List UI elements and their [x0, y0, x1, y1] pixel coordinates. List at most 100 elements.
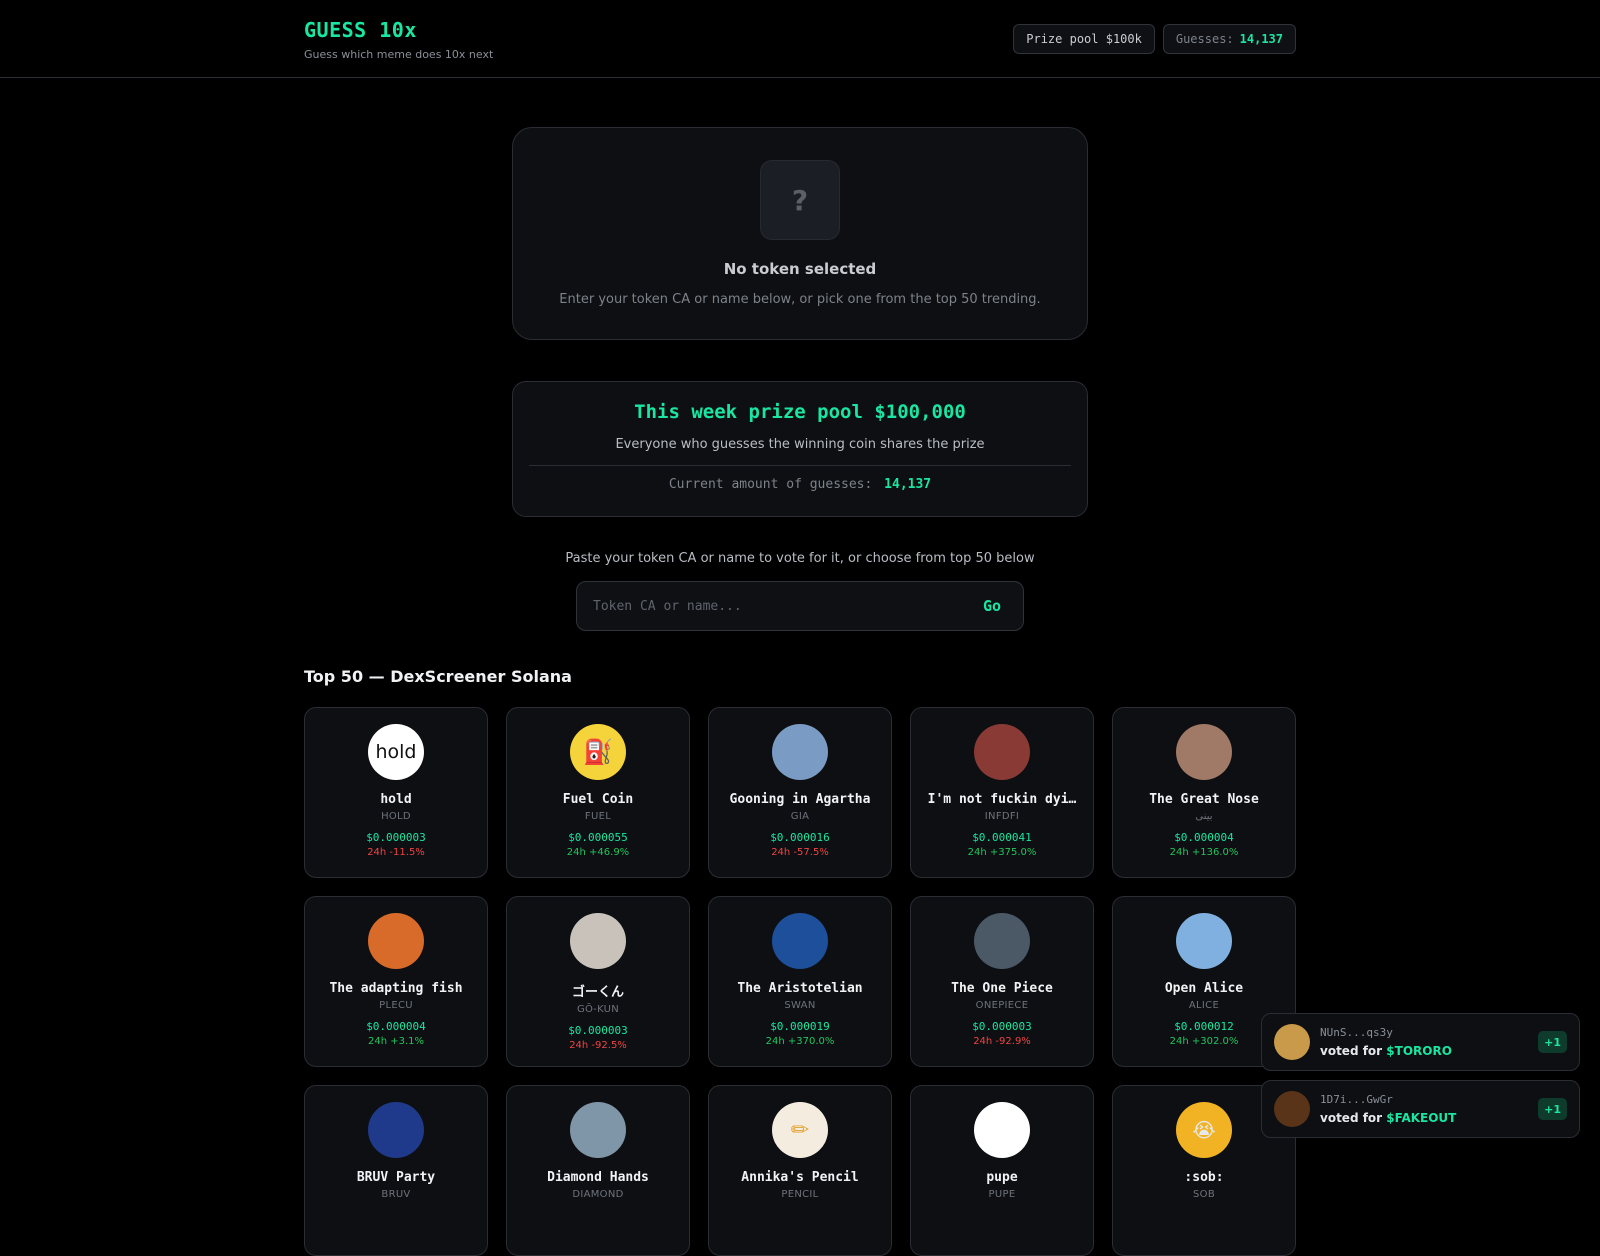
- token-price: $0.000016: [770, 831, 830, 844]
- token-symbol: HOLD: [381, 811, 411, 822]
- token-price: $0.000003: [568, 1024, 628, 1037]
- token-name: The Aristotelian: [737, 981, 863, 996]
- plus-one-badge: +1: [1538, 1031, 1567, 1053]
- avatar-glyph: 😭: [1192, 1118, 1216, 1142]
- token-card[interactable]: BRUV Party BRUV: [304, 1085, 488, 1256]
- plus-one-badge: +1: [1538, 1098, 1567, 1120]
- token-name: pupe: [986, 1170, 1018, 1185]
- token-symbol: DIAMOND: [572, 1189, 624, 1200]
- token-card[interactable]: ゴーくん GŌ-KUN $0.000003 24h -92.5%: [506, 896, 690, 1067]
- guess-count: Current amount of guesses: 14,137: [513, 477, 1087, 492]
- divider: [529, 465, 1071, 466]
- token-card[interactable]: Gooning in Agartha GIA $0.000016 24h -57.5%: [708, 707, 892, 878]
- polar-bear-icon: [570, 913, 626, 969]
- prize-pool-pill-label: Prize pool $100k: [1026, 32, 1142, 46]
- toast-ticker: $FAKEOUT: [1386, 1111, 1457, 1125]
- fish-icon: [368, 913, 424, 969]
- pencil-icon: ✏: [772, 1102, 828, 1158]
- prize-pool-description: Everyone who guesses the winning coin sh…: [615, 437, 985, 452]
- anime-girl-icon: [1176, 913, 1232, 969]
- token-price: $0.000003: [972, 1020, 1032, 1033]
- avatar-glyph: ✏: [790, 1117, 810, 1143]
- token-change: 24h +3.1%: [367, 1036, 425, 1047]
- token-change: 24h +136.0%: [1169, 847, 1239, 858]
- union-jack-icon: [368, 1102, 424, 1158]
- token-name: BRUV Party: [356, 1170, 436, 1185]
- token-symbol: PUPE: [988, 1189, 1016, 1200]
- guesses-pill-label: Guesses:: [1175, 32, 1234, 46]
- voter-address: NUnS...qs3y: [1320, 1026, 1393, 1039]
- token-name: ゴーくん: [571, 985, 624, 1000]
- guesses-pill-value: 14,137: [1239, 32, 1283, 46]
- token-price: $0.000041: [972, 831, 1032, 844]
- token-symbol: ALICE: [1188, 1000, 1220, 1011]
- token-card[interactable]: pupe PUPE: [910, 1085, 1094, 1256]
- question-mark-icon: ?: [760, 160, 840, 240]
- prize-pool-pill: Prize pool $100k: [1013, 24, 1155, 54]
- top-list-title: Top 50 — DexScreener Solana: [304, 667, 572, 686]
- hold-logo: hold: [368, 724, 424, 780]
- face-icon: [1176, 724, 1232, 780]
- token-price: $0.000055: [568, 831, 628, 844]
- portrait-icon: [772, 724, 828, 780]
- toast-message: voted for $FAKEOUT: [1320, 1111, 1538, 1125]
- token-symbol: GŌ-KUN: [576, 1004, 620, 1015]
- avatar-glyph: ⛽: [583, 738, 613, 766]
- token-card[interactable]: The Aristotelian SWAN $0.000019 24h +370.0%: [708, 896, 892, 1067]
- token-price: $0.000004: [1174, 831, 1234, 844]
- token-card[interactable]: The Great Nose بينى $0.000004 24h +136.0%: [1112, 707, 1296, 878]
- toast-prefix: voted for: [1320, 1044, 1383, 1058]
- token-card[interactable]: The One Piece ONEPIECE $0.000003 24h -92.9%: [910, 896, 1094, 1067]
- token-change: 24h -57.5%: [771, 847, 829, 858]
- token-symbol: FUEL: [584, 811, 612, 822]
- vote-toast: NUnS...qs3y voted for $TORORO +1: [1261, 1013, 1580, 1071]
- token-name: Annika's Pencil: [741, 1170, 859, 1185]
- app-subtitle: Guess which meme does 10x next: [304, 48, 494, 61]
- token-card[interactable]: Diamond Hands DIAMOND: [506, 1085, 690, 1256]
- voter-address: 1D7i...GwGr: [1320, 1093, 1393, 1106]
- token-card[interactable]: ✏ Annika's Pencil PENCIL: [708, 1085, 892, 1256]
- token-card[interactable]: ⛽ Fuel Coin FUEL $0.000055 24h +46.9%: [506, 707, 690, 878]
- vote-form: Go: [576, 581, 1024, 631]
- token-price: $0.000003: [366, 831, 426, 844]
- toast-prefix: voted for: [1320, 1111, 1383, 1125]
- token-symbol: PENCIL: [781, 1189, 819, 1200]
- token-change: 24h -11.5%: [367, 847, 425, 858]
- token-name: I'm not fuckin dyi…: [927, 792, 1077, 807]
- token-name: hold: [380, 792, 412, 807]
- token-card[interactable]: hold hold HOLD $0.000003 24h -11.5%: [304, 707, 488, 878]
- prize-pool-title: This week prize pool $100,000: [634, 401, 966, 423]
- token-name: The Great Nose: [1149, 792, 1259, 807]
- toast-body: 1D7i...GwGr voted for $FAKEOUT: [1320, 1093, 1538, 1125]
- swan-icon: [772, 913, 828, 969]
- diver-icon: [974, 913, 1030, 969]
- app-title[interactable]: GUESS 10x: [304, 18, 493, 42]
- guess-count-label: Current amount of guesses:: [668, 477, 873, 492]
- avatar-glyph: hold: [375, 741, 417, 763]
- token-symbol: PLECU: [379, 1000, 413, 1011]
- token-card[interactable]: I'm not fuckin dyi… INFDFI $0.000041 24h +3…: [910, 707, 1094, 878]
- go-button[interactable]: Go: [977, 597, 1007, 615]
- selection-description: Enter your token CA or name below, or pi…: [559, 292, 1041, 307]
- meme-image-icon: [974, 724, 1030, 780]
- token-symbol: SWAN: [784, 1000, 816, 1011]
- brand: GUESS 10x Guess which meme does 10x next: [304, 18, 493, 61]
- guess-count-value: 14,137: [884, 477, 932, 492]
- prize-pool-card: This week prize pool $100,000 Everyone w…: [512, 381, 1088, 517]
- token-change: 24h +370.0%: [765, 1036, 835, 1047]
- voter-avatar: [1274, 1024, 1310, 1060]
- selected-token-card: ? No token selected Enter your token CA …: [512, 127, 1088, 340]
- token-change: 24h -92.9%: [973, 1036, 1031, 1047]
- token-name: Fuel Coin: [562, 792, 634, 807]
- token-symbol: بينى: [1195, 811, 1213, 822]
- header-stats: Prize pool $100k Guesses: 14,137: [1013, 24, 1296, 54]
- token-name: The One Piece: [951, 981, 1053, 996]
- token-name: Diamond Hands: [547, 1170, 649, 1185]
- token-change: 24h +375.0%: [967, 847, 1037, 858]
- token-search-input[interactable]: [593, 598, 977, 614]
- token-price: $0.000004: [366, 1020, 426, 1033]
- token-change: 24h +46.9%: [566, 847, 630, 858]
- token-price: $0.000019: [770, 1020, 830, 1033]
- token-card[interactable]: The adapting fish PLECU $0.000004 24h +3.1%: [304, 896, 488, 1067]
- guesses-pill: Guesses: 14,137: [1162, 24, 1296, 54]
